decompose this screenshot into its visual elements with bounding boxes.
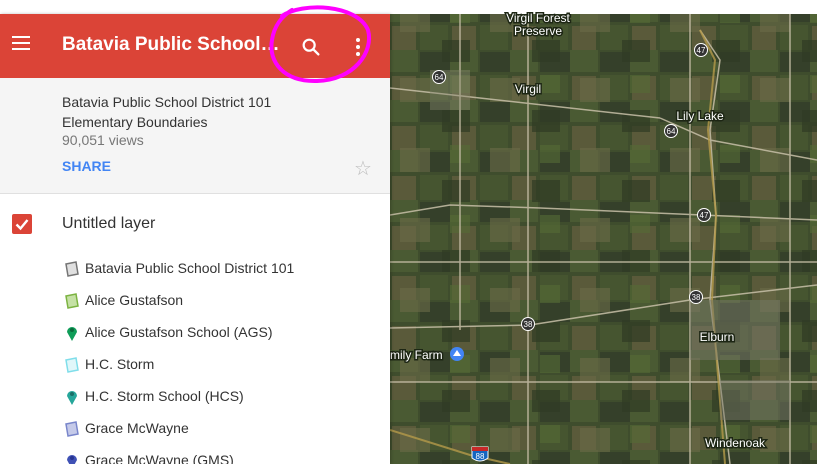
svg-text:38: 38 <box>524 320 533 329</box>
layer-header: Untitled layer <box>0 194 390 254</box>
svg-text:64: 64 <box>667 127 676 136</box>
list-item[interactable]: Alice Gustafson <box>0 286 390 318</box>
map-description: Batavia Public School District 101 Eleme… <box>62 92 322 132</box>
map-canvas[interactable]: Virgil Forest Preserve Virgil Lily Lake … <box>390 0 817 464</box>
layer-name[interactable]: Untitled layer <box>62 215 155 233</box>
list-item[interactable]: Alice Gustafson School (AGS) <box>0 318 390 350</box>
list-item[interactable]: Batavia Public School District 101 <box>0 254 390 286</box>
route-shield-64-east: 64 <box>664 124 678 138</box>
route-shield-47-north: 47 <box>694 43 708 57</box>
search-icon[interactable] <box>300 36 322 58</box>
checkmark-icon <box>15 219 29 231</box>
place-label-virgil-forest-2: Preserve <box>514 24 562 38</box>
map-description-line-2: Elementary Boundaries <box>62 114 208 130</box>
route-shield-38-east: 38 <box>689 290 703 304</box>
interstate-shield-88: 88 <box>471 446 489 462</box>
polygon-icon <box>65 421 79 437</box>
star-outline-icon[interactable]: ☆ <box>354 156 372 181</box>
list-item[interactable]: H.C. Storm School (HCS) <box>0 382 390 414</box>
list-item-label: Grace McWayne (GMS) <box>85 452 234 464</box>
panel-header: Batavia Public School District 101 <box>0 14 390 78</box>
list-item-label: Alice Gustafson School (AGS) <box>85 324 273 340</box>
map-description-line-1: Batavia Public School District 101 <box>62 94 272 110</box>
placemark-icon <box>67 327 77 341</box>
polygon-icon <box>65 293 79 309</box>
poi-pin-icon[interactable] <box>450 347 464 361</box>
place-label-lily-lake: Lily Lake <box>676 109 724 123</box>
hamburger-menu-icon[interactable] <box>12 36 32 56</box>
place-label-windenoak: Windenoak <box>705 436 766 450</box>
layer-item-list: Batavia Public School District 101 Alice… <box>0 254 390 464</box>
list-item-label: Grace McWayne <box>85 420 189 436</box>
svg-text:47: 47 <box>700 211 709 220</box>
place-label-family-farm: mily Farm <box>390 348 443 362</box>
route-shield-47-south: 47 <box>697 208 711 222</box>
route-shield-64-west: 64 <box>432 70 446 84</box>
placemark-icon <box>67 455 77 464</box>
more-vert-icon[interactable] <box>349 36 367 58</box>
map-info-section: Batavia Public School District 101 Eleme… <box>0 78 390 194</box>
list-item-label: Batavia Public School District 101 <box>85 260 295 276</box>
list-item[interactable]: Grace McWayne <box>0 414 390 446</box>
list-item-label: Alice Gustafson <box>85 292 184 308</box>
place-label-elburn: Elburn <box>700 330 735 344</box>
polygon-icon <box>65 261 79 277</box>
svg-text:38: 38 <box>692 293 701 302</box>
list-item[interactable]: H.C. Storm <box>0 350 390 382</box>
polygon-icon <box>65 357 79 373</box>
place-label-virgil: Virgil <box>515 82 541 96</box>
layer-visibility-checkbox[interactable] <box>12 214 32 234</box>
list-item[interactable]: Grace McWayne (GMS) <box>0 446 390 464</box>
view-count: 90,051 views <box>62 132 144 148</box>
top-strip <box>0 0 390 14</box>
list-item-label: H.C. Storm <box>85 356 155 372</box>
svg-text:64: 64 <box>435 73 444 82</box>
route-shield-38-west: 38 <box>521 317 535 331</box>
share-button[interactable]: SHARE <box>62 158 111 174</box>
place-label-virgil-forest: Virgil Forest <box>506 11 570 25</box>
satellite-map[interactable]: Virgil Forest Preserve Virgil Lily Lake … <box>390 0 817 464</box>
svg-text:47: 47 <box>697 46 706 55</box>
list-item-label: H.C. Storm School (HCS) <box>85 388 244 404</box>
placemark-icon <box>67 391 77 405</box>
map-legend-panel: Batavia Public School District 101 Batav… <box>0 14 390 464</box>
map-title[interactable]: Batavia Public School District 101 <box>62 34 284 56</box>
svg-text:88: 88 <box>476 452 485 461</box>
